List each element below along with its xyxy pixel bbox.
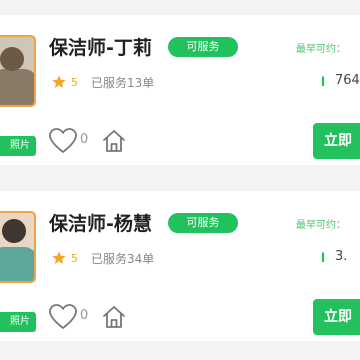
cleaner-name: 保洁师-杨慧 [49,213,152,235]
earliest-available-label: 最早可约： [296,220,346,231]
star-icon [52,75,66,88]
rating-row: 5 已服务34单 [51,249,154,267]
avatar[interactable] [0,35,36,107]
like-count: 0 [80,308,89,323]
cleaner-list: 照片 保洁师-丁莉 可服务 最早可约： 5 已服务13单 l 764 0 立即 [0,0,360,360]
home-button[interactable] [101,304,127,330]
home-button[interactable] [101,128,127,154]
status-badge: 可服务 [168,37,238,57]
heart-icon [49,128,77,153]
heart-icon [49,304,77,329]
like-count: 0 [80,132,89,147]
rating-row: 5 已服务13单 [51,73,154,91]
home-icon [103,306,125,328]
price-icon: l [321,251,326,265]
served-count: 已服务34单 [91,251,155,266]
star-icon [52,251,66,264]
price-icon: l [321,75,326,89]
price-value: 764 [335,73,360,88]
avatar[interactable] [0,211,36,283]
status-badge: 可服务 [168,213,238,233]
served-count: 已服务13单 [91,75,155,90]
earliest-available-label: 最早可约： [296,44,346,55]
rating-value: 5 [71,75,78,89]
photo-badge[interactable]: 照片 [0,136,36,156]
cleaner-card[interactable]: 照片 保洁师-丁莉 可服务 最早可约： 5 已服务13单 l 764 0 立即 [0,15,360,165]
like-button[interactable] [48,303,78,331]
price-value: 3. [335,249,348,264]
like-button[interactable] [48,127,78,155]
book-now-button[interactable]: 立即 [313,123,360,159]
rating-value: 5 [71,251,78,265]
cleaner-card[interactable]: 照片 保洁师-杨慧 可服务 最早可约： 5 已服务34单 l 3. 0 立即 [0,191,360,341]
cleaner-name: 保洁师-丁莉 [49,37,152,59]
book-now-button[interactable]: 立即 [313,299,360,335]
home-icon [103,130,125,152]
photo-badge[interactable]: 照片 [0,312,36,332]
